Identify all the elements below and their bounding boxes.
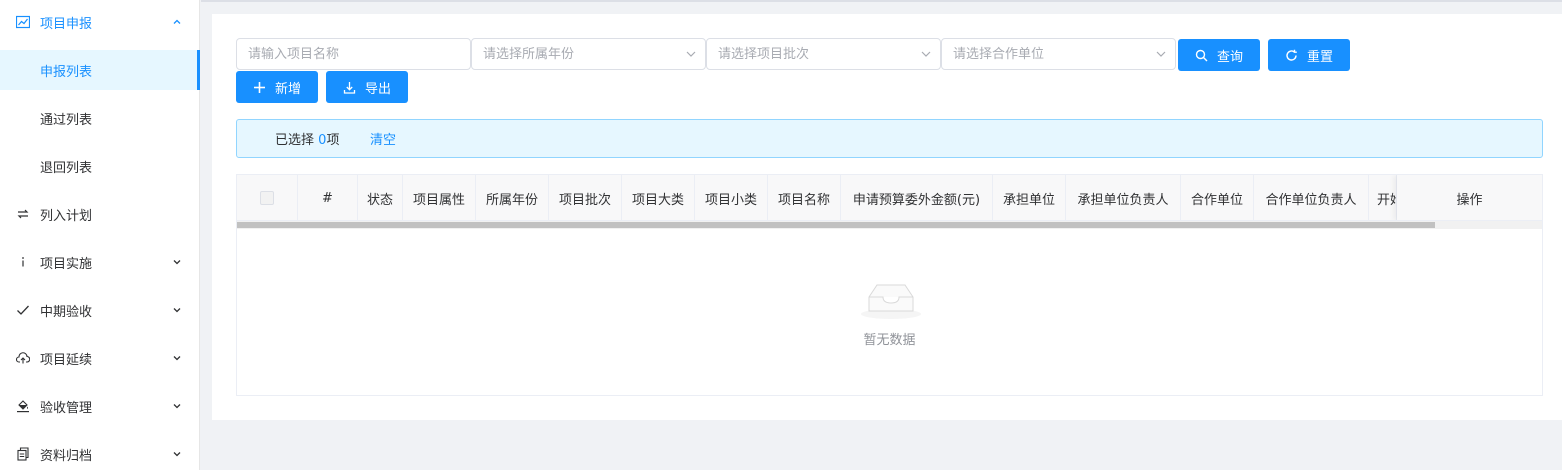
select-all-cell (237, 175, 298, 220)
partner-select[interactable] (941, 38, 1176, 70)
export-button[interactable]: 导出 (326, 71, 408, 103)
batch-select[interactable] (706, 38, 941, 70)
plus-icon (253, 80, 267, 94)
cloud-upload-icon (16, 351, 30, 365)
fill-bucket-icon (16, 399, 30, 413)
add-button-label: 新增 (274, 80, 301, 96)
top-divider (201, 0, 1562, 2)
sidebar: 项目申报 申报列表 通过列表 退回列表 列入计划 项目实施 中期验收 项目延续 … (0, 0, 200, 470)
column-header: 项目批次 (549, 175, 622, 220)
sidebar-item-returned-list[interactable]: 退回列表 (0, 146, 200, 186)
menu-project-continuation[interactable]: 项目延续 (0, 338, 200, 378)
empty-text: 暂无数据 (863, 333, 916, 348)
menu-label: 项目申报 (40, 16, 93, 32)
add-button[interactable]: 新增 (236, 71, 318, 103)
chevron-down-icon (171, 256, 183, 268)
empty-state: 暂无数据 (237, 229, 1542, 395)
column-header: 开始时间 (1369, 175, 1397, 220)
menu-label: 申报列表 (40, 64, 93, 80)
menu-label: 中期验收 (40, 304, 93, 320)
info-icon (16, 255, 30, 269)
selection-suffix: 项 (326, 133, 340, 148)
chevron-down-icon (1155, 48, 1167, 60)
swap-icon (16, 207, 30, 221)
selection-prefix: 已选择 (275, 133, 315, 148)
chevron-down-icon (171, 448, 183, 460)
sidebar-item-declaration-list[interactable]: 申报列表 (0, 50, 200, 90)
project-name-input[interactable] (237, 39, 470, 69)
search-icon (1195, 48, 1209, 62)
line-chart-icon (16, 15, 30, 29)
project-table: # 状态 项目属性 所属年份 项目批次 项目大类 项目小类 项目名称 申请预算委… (236, 174, 1543, 396)
export-button-label: 导出 (364, 80, 391, 96)
menu-label: 验收管理 (40, 400, 93, 416)
chevron-down-icon (171, 352, 183, 364)
column-header: # (298, 175, 358, 220)
menu-project-implementation[interactable]: 项目实施 (0, 242, 200, 282)
menu-label: 项目延续 (40, 352, 93, 368)
select-all-checkbox[interactable] (260, 191, 274, 205)
query-button[interactable]: 查询 (1178, 39, 1260, 71)
menu-midterm-acceptance[interactable]: 中期验收 (0, 290, 200, 330)
column-header: 所属年份 (476, 175, 549, 220)
menu-document-archive[interactable]: 资料归档 (0, 434, 200, 470)
menu-label: 退回列表 (40, 160, 93, 176)
chevron-down-icon (171, 304, 183, 316)
column-header: 合作单位 (1181, 175, 1254, 220)
column-header: 项目大类 (622, 175, 695, 220)
column-header: 状态 (358, 175, 403, 220)
project-name-input-wrapper (236, 38, 471, 70)
sidebar-item-approved-list[interactable]: 通过列表 (0, 98, 200, 138)
column-header: 合作单位负责人 (1254, 175, 1369, 220)
selection-info: 已选择 0项 (275, 129, 339, 148)
menu-label: 资料归档 (40, 448, 93, 464)
chevron-down-icon (171, 400, 183, 412)
year-select-input[interactable] (472, 39, 705, 69)
reset-button[interactable]: 重置 (1268, 39, 1350, 71)
partner-select-input[interactable] (942, 39, 1175, 69)
menu-label: 项目实施 (40, 256, 93, 272)
download-icon (343, 80, 357, 94)
column-header: 申请预算委外金额(元) (841, 175, 993, 220)
year-select[interactable] (471, 38, 706, 70)
query-button-label: 查询 (1216, 48, 1243, 64)
document-copy-icon (16, 447, 30, 461)
empty-box-icon (859, 277, 923, 321)
batch-select-input[interactable] (707, 39, 940, 69)
chevron-up-icon (171, 16, 183, 28)
menu-include-plan[interactable]: 列入计划 (0, 194, 200, 234)
refresh-icon (1285, 48, 1299, 62)
chevron-down-icon (920, 48, 932, 60)
column-header-operation: 操作 (1397, 175, 1542, 220)
menu-label: 通过列表 (40, 112, 93, 128)
menu-acceptance-management[interactable]: 验收管理 (0, 386, 200, 426)
main-content: 查询 重置 新增 导出 已选择 0项 清空 # 状态 项目属性 所属年份 项 (212, 14, 1562, 420)
column-header: 承担单位 (993, 175, 1066, 220)
table-header: # 状态 项目属性 所属年份 项目批次 项目大类 项目小类 项目名称 申请预算委… (237, 175, 1542, 221)
selection-alert: 已选择 0项 清空 (236, 119, 1543, 158)
chevron-down-icon (685, 48, 697, 60)
column-header: 项目名称 (768, 175, 841, 220)
menu-project-declaration[interactable]: 项目申报 (0, 2, 200, 42)
column-header: 项目属性 (403, 175, 476, 220)
horizontal-scrollbar-thumb[interactable] (237, 222, 1435, 228)
check-icon (16, 303, 30, 317)
menu-label: 列入计划 (40, 208, 93, 224)
clear-selection-link[interactable]: 清空 (370, 129, 396, 148)
column-header: 承担单位负责人 (1066, 175, 1181, 220)
reset-button-label: 重置 (1306, 48, 1333, 64)
column-header: 项目小类 (695, 175, 768, 220)
